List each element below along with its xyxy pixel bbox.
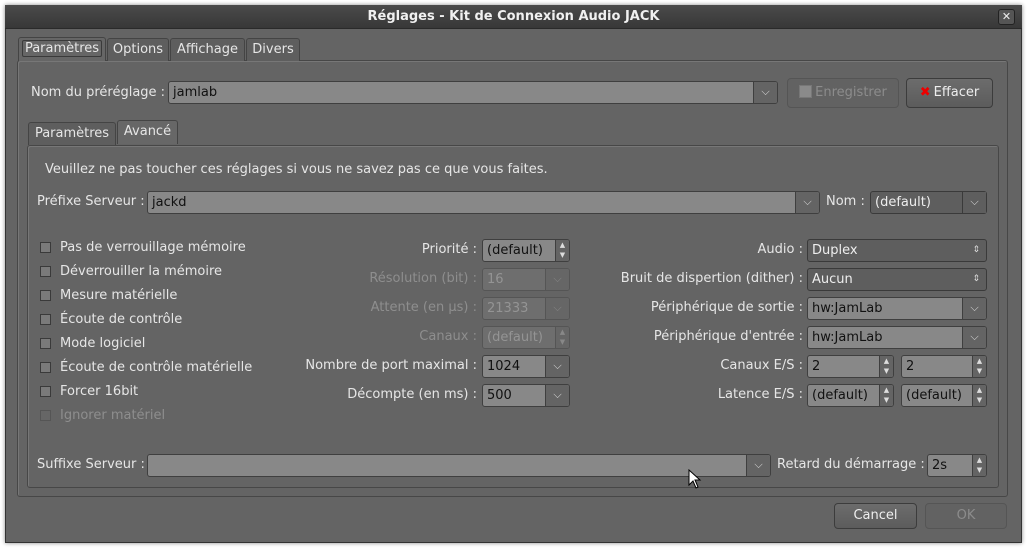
warning-text: Veuillez ne pas toucher ces réglages si … xyxy=(45,162,548,177)
start-delay-label: Retard du démarrage : xyxy=(777,457,925,472)
server-prefix-label: Préfixe Serveur : xyxy=(37,194,145,209)
spin-arrows-icon[interactable]: ▲ ▼ xyxy=(972,356,986,377)
priority-label: Priorité : xyxy=(421,242,477,257)
dither-select[interactable]: Aucun ⇕ xyxy=(807,268,987,291)
output-channels-spinbox[interactable]: 2 ▲ ▼ xyxy=(901,355,987,378)
io-channels-label: Canaux E/S : xyxy=(720,358,803,373)
spin-arrows-icon[interactable]: ▲ ▼ xyxy=(555,240,569,261)
spin-arrows-icon[interactable]: ▲ ▼ xyxy=(879,385,893,406)
checkbox-label: Pas de verrouillage mémoire xyxy=(60,240,246,255)
ok-button[interactable]: OK xyxy=(925,503,1007,529)
close-button[interactable]: ✕ xyxy=(998,9,1015,25)
dither-label: Bruit de dispertion (dither) : xyxy=(620,271,803,286)
output-device-label: Périphérique de sortie : xyxy=(650,300,803,315)
timeout-combo[interactable]: 21333 ⌵ xyxy=(482,297,570,320)
chevron-down-icon[interactable]: ⌵ xyxy=(962,327,986,348)
checkbox-soft-mode[interactable] xyxy=(40,338,51,349)
chevron-down-icon[interactable]: ⌵ xyxy=(962,192,986,213)
input-device-label: Périphérique d'entrée : xyxy=(653,329,803,344)
window-title: Réglages - Kit de Connexion Audio JACK xyxy=(367,9,660,24)
server-prefix-combo[interactable]: jackd ⌵ xyxy=(147,191,820,214)
spin-arrows-icon[interactable]: ▲ ▼ xyxy=(972,385,986,406)
checkbox-unlock-memory[interactable] xyxy=(40,266,51,277)
checkbox-ignore-hw[interactable] xyxy=(40,410,51,421)
chevron-down-icon[interactable]: ⌵ xyxy=(545,269,569,290)
title-bar: Réglages - Kit de Connexion Audio JACK xyxy=(5,5,1022,29)
audio-select[interactable]: Duplex ⇕ xyxy=(807,239,987,262)
channels-spinbox[interactable]: (default) ▲ ▼ xyxy=(482,326,570,349)
max-ports-label: Nombre de port maximal : xyxy=(305,358,477,373)
save-button[interactable]: Enregistrer xyxy=(787,78,899,108)
checkbox-label: Déverrouiller la mémoire xyxy=(60,264,223,279)
cancel-button[interactable]: Cancel xyxy=(834,503,917,529)
checkbox-no-memlock[interactable] xyxy=(40,242,51,253)
checkbox-label: Forcer 16bit xyxy=(60,384,139,399)
tab-options[interactable]: Options xyxy=(107,38,169,61)
resolution-label: Résolution (bit) : xyxy=(369,271,477,286)
countdown-combo[interactable]: 500 ⌵ xyxy=(482,384,570,407)
checkbox-label: Ignorer matériel xyxy=(60,408,166,423)
red-x-icon: ✖ xyxy=(919,85,931,100)
tab-affichage[interactable]: Affichage xyxy=(170,38,245,61)
mouse-cursor-icon xyxy=(688,469,702,489)
channels-label: Canaux : xyxy=(419,329,477,344)
input-channels-spinbox[interactable]: 2 ▲ ▼ xyxy=(807,355,894,378)
spin-arrows-icon[interactable]: ▲ ▼ xyxy=(972,455,986,476)
resolution-combo[interactable]: 16 ⌵ xyxy=(482,268,570,291)
spin-arrows-icon[interactable]: ▲ ▼ xyxy=(879,356,893,377)
start-delay-spinbox[interactable]: 2s ▲ ▼ xyxy=(927,454,987,477)
output-latency-spinbox[interactable]: (default) ▲ ▼ xyxy=(901,384,987,407)
audio-label: Audio : xyxy=(757,242,803,257)
checkbox-hw-monitor[interactable] xyxy=(40,362,51,373)
preset-name-label: Nom du préréglage : xyxy=(31,85,166,100)
input-latency-spinbox[interactable]: (default) ▲ ▼ xyxy=(807,384,894,407)
chevron-down-icon[interactable]: ⌵ xyxy=(545,298,569,319)
checkbox-label: Écoute de contrôle matérielle xyxy=(60,360,253,375)
checkbox-label: Mesure matérielle xyxy=(60,288,178,303)
chevron-down-icon[interactable]: ⌵ xyxy=(746,455,770,476)
floppy-icon xyxy=(799,85,813,98)
countdown-label: Décompte (en ms) : xyxy=(347,387,477,402)
chevron-down-icon[interactable]: ⌵ xyxy=(545,356,569,377)
name-label: Nom : xyxy=(826,194,865,209)
chevron-down-icon[interactable]: ⌵ xyxy=(962,298,986,319)
io-latency-label: Latence E/S : xyxy=(717,387,803,402)
name-combo[interactable]: (default) ⌵ xyxy=(870,191,987,214)
tab-avance[interactable]: Avancé xyxy=(117,120,178,144)
priority-spinbox[interactable]: (default) ▲ ▼ xyxy=(482,239,570,262)
tab-inner-parametres[interactable]: Paramètres xyxy=(28,122,116,145)
chevron-down-icon[interactable]: ⌵ xyxy=(545,385,569,406)
checkbox-force-16bit[interactable] xyxy=(40,386,51,397)
preset-name-combo[interactable]: jamlab ⌵ xyxy=(168,81,778,104)
tab-parametres[interactable]: Paramètres xyxy=(18,37,106,61)
checkbox-hw-meter[interactable] xyxy=(40,290,51,301)
checkbox-label: Mode logiciel xyxy=(60,336,146,351)
output-device-combo[interactable]: hw:JamLab ⌵ xyxy=(807,297,987,320)
max-ports-combo[interactable]: 1024 ⌵ xyxy=(482,355,570,378)
checkbox-label: Écoute de contrôle xyxy=(60,312,183,327)
updown-icon: ⇕ xyxy=(972,274,980,284)
timeout-label: Attente (en µs) : xyxy=(370,300,477,315)
delete-button[interactable]: ✖ Effacer xyxy=(906,78,993,108)
updown-icon: ⇕ xyxy=(972,245,980,255)
chevron-down-icon[interactable]: ⌵ xyxy=(795,192,819,213)
chevron-down-icon[interactable]: ⌵ xyxy=(753,82,777,103)
server-suffix-label: Suffixe Serveur : xyxy=(37,457,145,472)
checkbox-monitor[interactable] xyxy=(40,314,51,325)
input-device-combo[interactable]: hw:JamLab ⌵ xyxy=(807,326,987,349)
server-suffix-combo[interactable]: ⌵ xyxy=(147,454,771,477)
tab-divers[interactable]: Divers xyxy=(246,38,300,61)
spin-arrows-icon[interactable]: ▲ ▼ xyxy=(555,327,569,348)
